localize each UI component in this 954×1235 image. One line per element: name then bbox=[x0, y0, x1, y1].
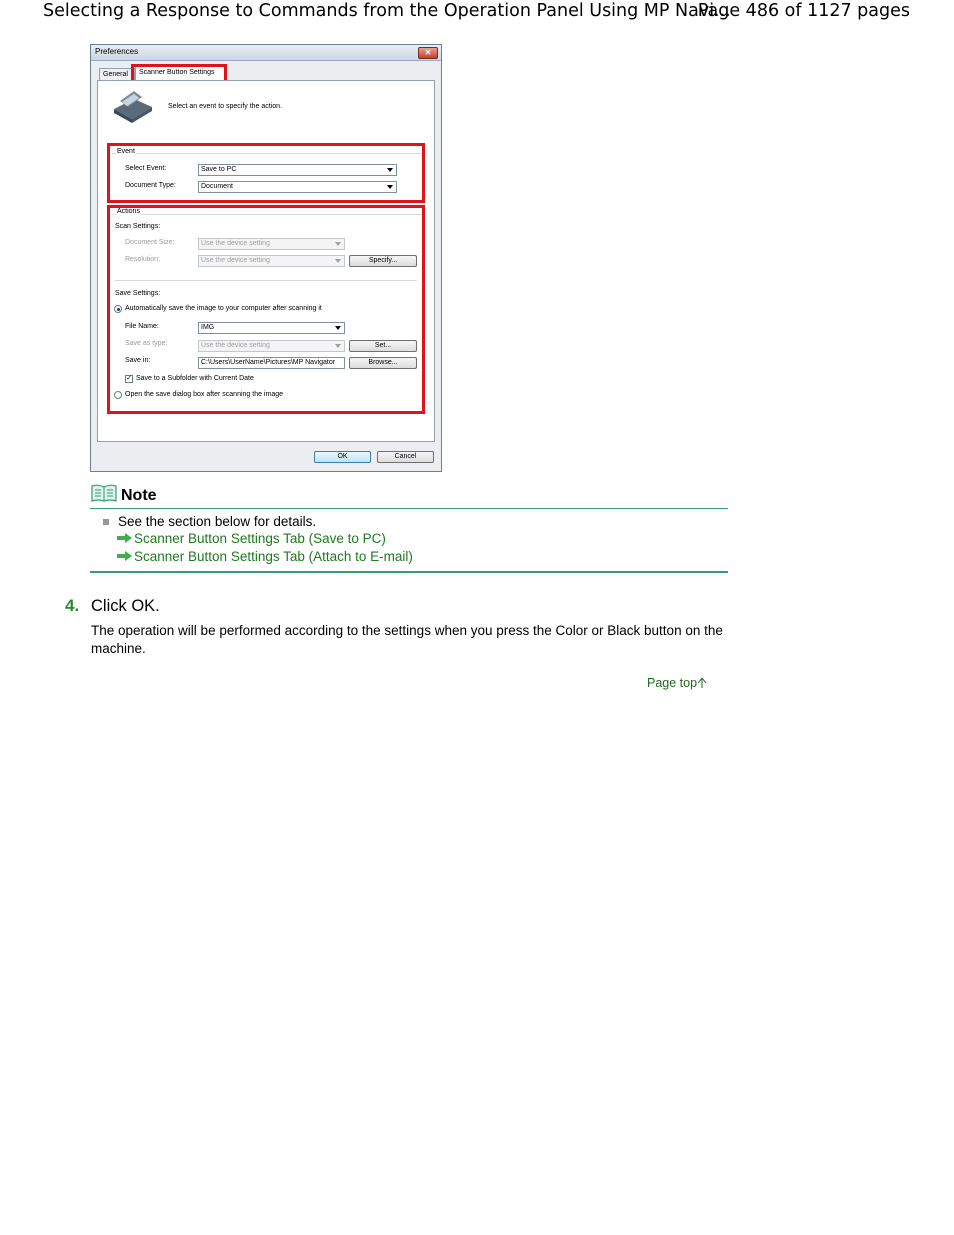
instruction-text: Select an event to specify the action. bbox=[168, 103, 283, 110]
arrow-right-icon bbox=[117, 551, 132, 561]
event-highlight bbox=[107, 143, 425, 203]
note-bottom-rule bbox=[90, 571, 728, 573]
step-number: 4. bbox=[65, 596, 80, 615]
link-attach-to-email-text[interactable]: Scanner Button Settings Tab (Attach to E… bbox=[134, 549, 413, 564]
bullet-icon bbox=[103, 519, 109, 525]
dialog-title: Preferences bbox=[95, 47, 139, 56]
page-header: Selecting a Response to Commands from th… bbox=[0, 0, 954, 26]
page-number: Page 486 of 1127 pages bbox=[697, 1, 910, 21]
step-body: The operation will be performed accordin… bbox=[91, 623, 723, 656]
arrow-up-icon bbox=[697, 677, 707, 688]
link-save-to-pc[interactable]: Scanner Button Settings Tab (Save to PC) bbox=[117, 531, 386, 546]
step-title: Click OK. bbox=[91, 597, 160, 615]
ok-button[interactable]: OK bbox=[314, 451, 371, 463]
preferences-dialog: Preferences ✕ General Scanner Button Set… bbox=[90, 44, 442, 472]
dialog-title-bar: Preferences ✕ bbox=[91, 45, 441, 61]
arrow-right-icon bbox=[117, 533, 132, 543]
note-top-rule bbox=[90, 508, 728, 509]
note-text: See the section below for details. bbox=[118, 514, 317, 529]
page-header-title: Selecting a Response to Commands from th… bbox=[43, 1, 731, 21]
page-top-text[interactable]: Page top bbox=[647, 676, 697, 690]
close-icon[interactable]: ✕ bbox=[418, 47, 438, 59]
link-attach-to-email[interactable]: Scanner Button Settings Tab (Attach to E… bbox=[117, 549, 413, 564]
actions-highlight bbox=[107, 205, 425, 414]
note-title: Note bbox=[121, 487, 157, 504]
link-save-to-pc-text[interactable]: Scanner Button Settings Tab (Save to PC) bbox=[134, 531, 386, 546]
page-top-link[interactable]: Page top bbox=[647, 676, 707, 690]
note-book-icon bbox=[91, 484, 117, 502]
cancel-button[interactable]: Cancel bbox=[377, 451, 434, 463]
scanner-icon bbox=[114, 91, 152, 123]
